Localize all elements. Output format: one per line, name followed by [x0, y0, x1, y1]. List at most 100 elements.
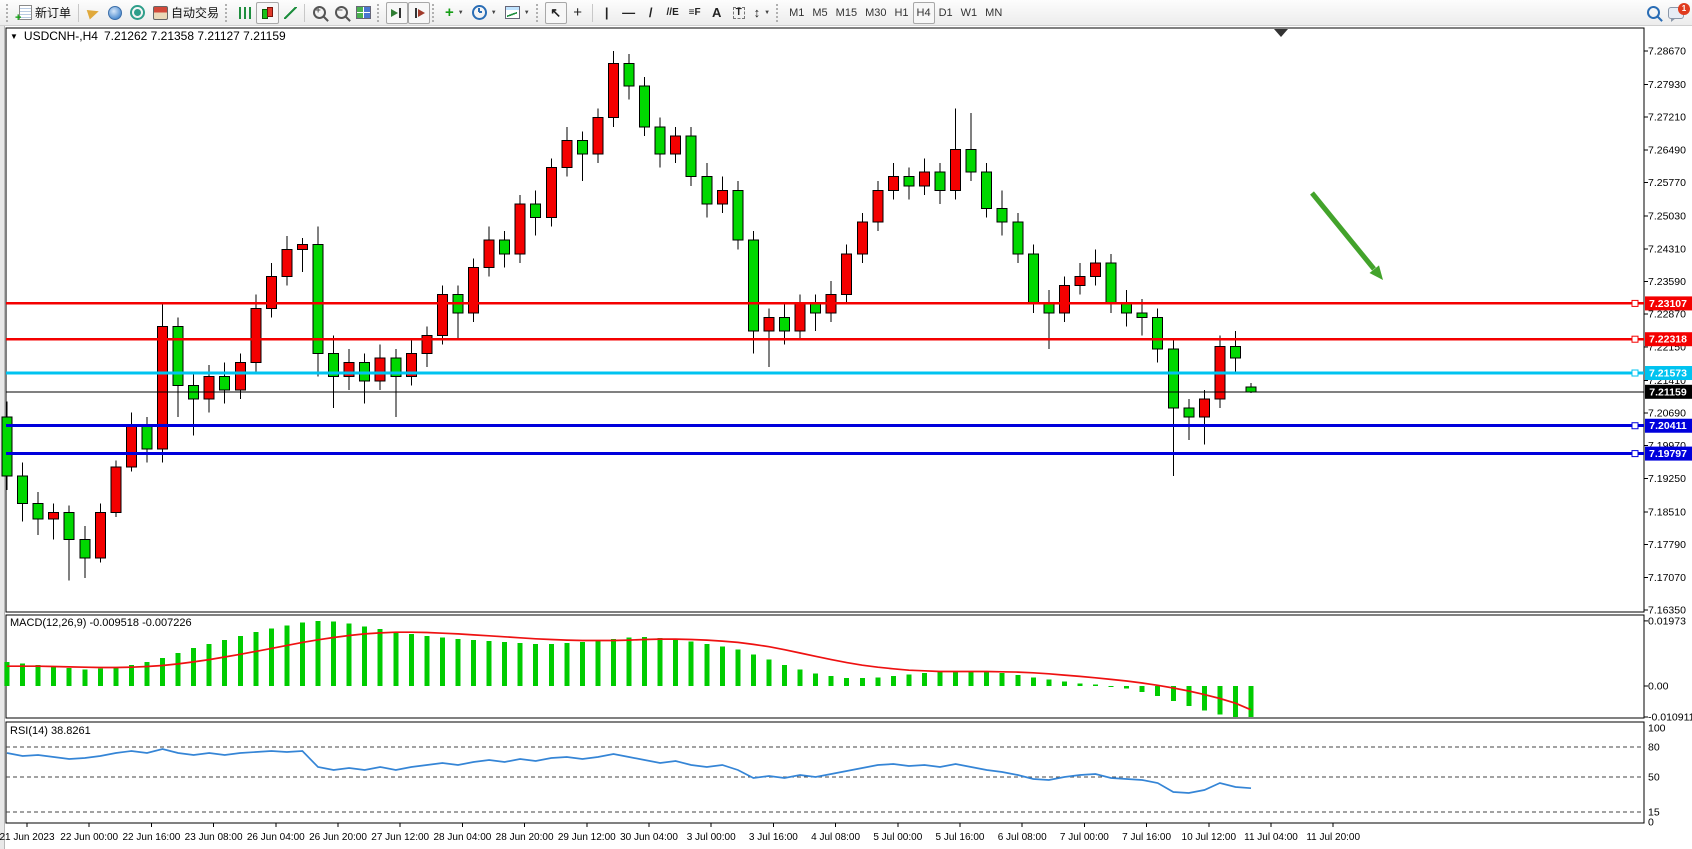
- time-tick-label: 7 Jul 16:00: [1122, 832, 1171, 843]
- toolbar-grip: [536, 4, 541, 22]
- toolbar-grip: [225, 4, 230, 22]
- zoom-out-icon: [335, 6, 348, 19]
- tile-windows-button[interactable]: [352, 2, 375, 24]
- chart-title: ▼ USDCNH-,H4 7.21262 7.21358 7.21127 7.2…: [10, 29, 286, 43]
- community-button[interactable]: [104, 2, 126, 24]
- time-tick-label: 26 Jun 04:00: [247, 832, 305, 843]
- timeframe-MN[interactable]: MN: [981, 2, 1006, 24]
- price-tick-label: 7.25770: [1648, 177, 1686, 189]
- time-tick-label: 29 Jun 12:00: [558, 832, 616, 843]
- candle-chart-button[interactable]: [256, 2, 279, 24]
- chat-icon: 1: [1668, 7, 1684, 19]
- price-tick-label: 7.27210: [1648, 112, 1686, 124]
- bar-chart-button[interactable]: [234, 2, 256, 24]
- timeframe-label: MN: [985, 7, 1002, 19]
- cursor-button[interactable]: ↖: [545, 2, 567, 24]
- toolbar-separator: [304, 4, 305, 22]
- timeframe-W1[interactable]: W1: [957, 2, 982, 24]
- horizontal-line-button[interactable]: —: [618, 2, 640, 24]
- signals-button[interactable]: [126, 2, 149, 24]
- time-axis: 21 Jun 202322 Jun 00:0022 Jun 16:0023 Ju…: [0, 823, 1361, 843]
- indicators-button[interactable]: +▼: [441, 2, 468, 24]
- candle: [686, 127, 696, 186]
- toolbar-grip: [776, 4, 781, 22]
- price-tick-label: 7.19250: [1648, 473, 1686, 485]
- channel-button[interactable]: //E: [662, 2, 684, 24]
- auto-scroll-icon: [390, 7, 404, 19]
- trend-line-icon: /: [649, 6, 653, 19]
- chevron-down-icon: ▼: [524, 10, 530, 16]
- line-chart-icon: [284, 7, 297, 19]
- rsi-axis-label: 80: [1648, 742, 1660, 754]
- price-line-tag-label: 7.21573: [1649, 368, 1687, 380]
- price-tick-label: 7.23590: [1648, 276, 1686, 288]
- crosshair-button[interactable]: +: [567, 2, 589, 24]
- text-icon: A: [712, 6, 721, 19]
- line-handle: [1632, 300, 1638, 306]
- indicators-icon: +: [445, 5, 454, 20]
- periods-button[interactable]: ▼: [468, 2, 501, 24]
- text-button[interactable]: A: [706, 2, 728, 24]
- chevron-down-icon: ▼: [491, 10, 497, 16]
- mt4-window: 新订单自动交易+▼▼▼↖+|—///E≡FAT↕▼M1M5M15M30H1H4D…: [0, 0, 1692, 849]
- new-order-button[interactable]: 新订单: [15, 2, 75, 24]
- timeframe-label: W1: [961, 7, 978, 19]
- timeframe-H1[interactable]: H1: [890, 2, 912, 24]
- time-tick-label: 3 Jul 16:00: [749, 832, 798, 843]
- zoom-out-button[interactable]: [330, 2, 352, 24]
- line-chart-button[interactable]: [279, 2, 301, 24]
- candle-chart-icon: [260, 6, 275, 20]
- toolbar-separator: [78, 4, 79, 22]
- crosshair-icon: +: [573, 5, 582, 20]
- time-tick-label: 6 Jul 08:00: [998, 832, 1047, 843]
- timeframe-D1[interactable]: D1: [935, 2, 957, 24]
- candle: [842, 245, 852, 304]
- arrows-button[interactable]: ↕▼: [750, 2, 774, 24]
- timeframe-M30[interactable]: M30: [861, 2, 890, 24]
- auto-trading-button[interactable]: 自动交易: [149, 2, 223, 24]
- line-handle: [1632, 336, 1638, 342]
- chart-canvas[interactable]: 7.286707.279307.272107.264907.257707.250…: [0, 26, 1692, 849]
- candle: [640, 77, 650, 136]
- chart-shift-button[interactable]: [408, 2, 430, 24]
- auto-scroll-button[interactable]: [386, 2, 408, 24]
- channel-icon: //E: [667, 8, 679, 18]
- chart-window[interactable]: 7.286707.279307.272107.264907.257707.250…: [0, 26, 1692, 849]
- toolbar-button-label: 新订单: [35, 4, 71, 21]
- trend-line-button[interactable]: /: [640, 2, 662, 24]
- timeframe-M15[interactable]: M15: [832, 2, 861, 24]
- chat-button[interactable]: 1: [1664, 2, 1688, 24]
- timeframe-label: D1: [939, 7, 953, 19]
- candle: [158, 304, 168, 463]
- toolbar-grip: [377, 4, 382, 22]
- horizontal-line-icon: —: [622, 6, 635, 19]
- zoom-in-button[interactable]: [308, 2, 330, 24]
- text-label-button[interactable]: T: [728, 2, 750, 24]
- timeframe-M5[interactable]: M5: [808, 2, 831, 24]
- time-tick-label: 5 Jul 16:00: [936, 832, 985, 843]
- cursor-icon: ↖: [550, 6, 561, 19]
- timeframe-H4[interactable]: H4: [913, 2, 935, 24]
- chevron-down-icon: ▼: [458, 10, 464, 16]
- clock-icon: [472, 5, 487, 20]
- horn-button[interactable]: [82, 2, 104, 24]
- price-tick-label: 7.25030: [1648, 211, 1686, 223]
- time-tick-label: 3 Jul 00:00: [687, 832, 736, 843]
- search-button[interactable]: [1642, 2, 1664, 24]
- horn-icon: [86, 6, 100, 19]
- price-tick-label: 7.28670: [1648, 46, 1686, 58]
- fibonacci-button[interactable]: ≡F: [684, 2, 706, 24]
- candle: [437, 286, 447, 345]
- vertical-line-button[interactable]: |: [596, 2, 618, 24]
- rsi-indicator-label: RSI(14) 38.8261: [10, 725, 91, 737]
- time-tick-label: 27 Jun 12:00: [371, 832, 429, 843]
- time-tick-label: 23 Jun 08:00: [185, 832, 243, 843]
- templates-button[interactable]: ▼: [501, 2, 534, 24]
- timeframe-M1[interactable]: M1: [785, 2, 808, 24]
- toolbar: 新订单自动交易+▼▼▼↖+|—///E≡FAT↕▼M1M5M15M30H1H4D…: [0, 0, 1692, 26]
- doc-plus-icon: [19, 5, 32, 20]
- bar-chart-icon: [239, 7, 252, 19]
- collapse-icon[interactable]: ▼: [10, 32, 18, 41]
- price-tick-label: 7.24310: [1648, 243, 1686, 255]
- line-handle: [1632, 423, 1638, 429]
